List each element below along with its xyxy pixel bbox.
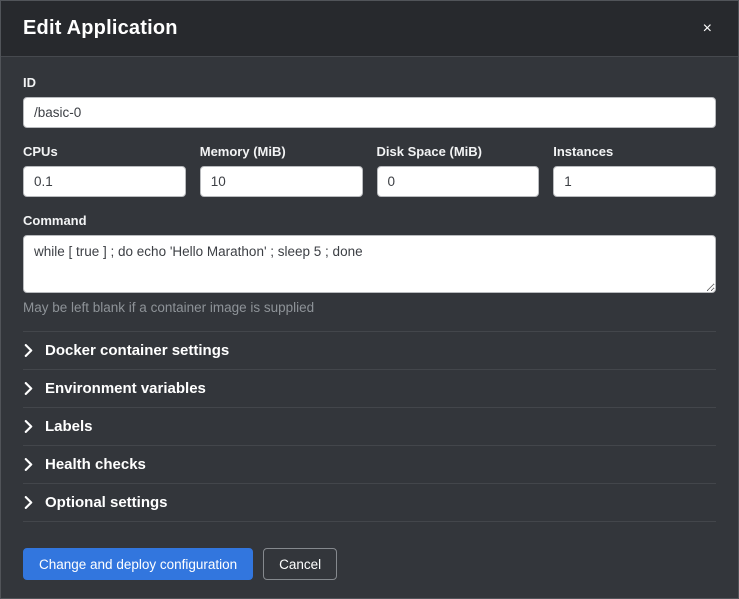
chevron-right-icon (23, 496, 33, 510)
section-label: Docker container settings (45, 342, 229, 359)
cancel-button[interactable]: Cancel (263, 548, 337, 580)
close-icon[interactable]: × (699, 19, 716, 39)
modal-title: Edit Application (23, 17, 178, 40)
section-docker-container-settings[interactable]: Docker container settings (23, 331, 716, 369)
collapsible-sections: Docker container settings Environment va… (23, 331, 716, 522)
disk-input[interactable] (377, 166, 540, 197)
change-and-deploy-button[interactable]: Change and deploy configuration (23, 548, 253, 580)
cpus-label: CPUs (23, 144, 186, 159)
resources-row: CPUs Memory (MiB) Disk Space (MiB) Insta… (23, 144, 716, 197)
section-health-checks[interactable]: Health checks (23, 445, 716, 483)
section-label: Labels (45, 418, 93, 435)
chevron-right-icon (23, 344, 33, 358)
section-label: Environment variables (45, 380, 206, 397)
command-input[interactable]: while [ true ] ; do echo 'Hello Marathon… (23, 235, 716, 293)
command-help-text: May be left blank if a container image i… (23, 300, 716, 315)
id-input[interactable] (23, 97, 716, 128)
memory-field: Memory (MiB) (200, 144, 363, 197)
chevron-right-icon (23, 382, 33, 396)
id-label: ID (23, 75, 716, 90)
chevron-right-icon (23, 458, 33, 472)
modal-header: Edit Application × (1, 1, 738, 57)
section-optional-settings[interactable]: Optional settings (23, 483, 716, 522)
command-label: Command (23, 213, 716, 228)
cpus-input[interactable] (23, 166, 186, 197)
section-label: Health checks (45, 456, 146, 473)
modal-body: ID CPUs Memory (MiB) Disk Space (MiB) In… (1, 57, 738, 534)
section-labels[interactable]: Labels (23, 407, 716, 445)
command-field: Command while [ true ] ; do echo 'Hello … (23, 213, 716, 315)
cpus-field: CPUs (23, 144, 186, 197)
disk-field: Disk Space (MiB) (377, 144, 540, 197)
chevron-right-icon (23, 420, 33, 434)
instances-input[interactable] (553, 166, 716, 197)
id-field: ID (23, 75, 716, 128)
memory-input[interactable] (200, 166, 363, 197)
instances-field: Instances (553, 144, 716, 197)
section-environment-variables[interactable]: Environment variables (23, 369, 716, 407)
edit-application-modal: Edit Application × ID CPUs Memory (MiB) … (0, 0, 739, 599)
modal-footer: Change and deploy configuration Cancel (1, 534, 738, 598)
instances-label: Instances (553, 144, 716, 159)
disk-label: Disk Space (MiB) (377, 144, 540, 159)
memory-label: Memory (MiB) (200, 144, 363, 159)
section-label: Optional settings (45, 494, 168, 511)
